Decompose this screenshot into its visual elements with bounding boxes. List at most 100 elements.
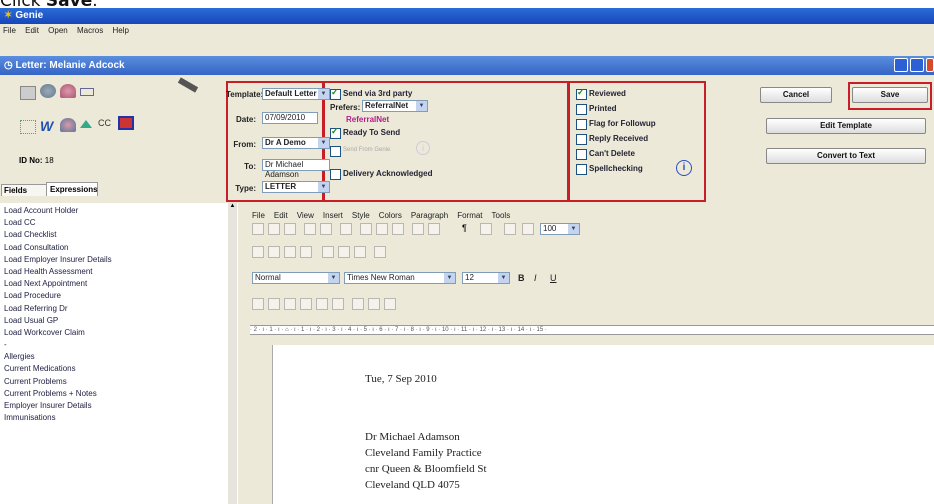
align-center-icon[interactable] bbox=[268, 246, 280, 258]
align-right-icon[interactable] bbox=[284, 246, 296, 258]
menu-edit[interactable]: Edit bbox=[25, 26, 39, 35]
border-horizontal-icon[interactable] bbox=[332, 298, 344, 310]
contact-icon[interactable] bbox=[60, 118, 76, 132]
list-item[interactable]: Load Employer Insurer Details bbox=[0, 254, 235, 266]
view-icon[interactable] bbox=[522, 223, 534, 235]
expand-icon[interactable] bbox=[20, 120, 36, 134]
spacing-double-icon[interactable] bbox=[354, 246, 366, 258]
justify-icon[interactable] bbox=[300, 246, 312, 258]
bullets-icon[interactable] bbox=[374, 246, 386, 258]
list-item[interactable]: Load Usual GP bbox=[0, 315, 235, 327]
italic-icon[interactable]: I bbox=[534, 272, 537, 284]
edit-template-button[interactable]: Edit Template bbox=[766, 118, 926, 134]
send-3rd-party-checkbox[interactable]: Send via 3rd party bbox=[330, 87, 412, 100]
to-field[interactable]: Dr Michael Adamson bbox=[262, 159, 330, 179]
redo-icon[interactable] bbox=[428, 223, 440, 235]
list-item[interactable]: Allergies bbox=[0, 351, 235, 363]
font-size-select[interactable]: 12 ▼ bbox=[462, 272, 510, 284]
editor-menu-item[interactable]: Colors bbox=[379, 211, 402, 220]
cancel-button[interactable]: Cancel bbox=[760, 87, 832, 103]
preview-icon[interactable] bbox=[320, 223, 332, 235]
convert-to-text-button[interactable]: Convert to Text bbox=[766, 148, 926, 164]
document-page[interactable]: Tue, 7 Sep 2010 Dr Michael Adamson Cleve… bbox=[272, 345, 934, 504]
border-bottom-icon[interactable] bbox=[300, 298, 312, 310]
list-item[interactable]: Load Workcover Claim bbox=[0, 327, 235, 339]
upload-icon[interactable] bbox=[80, 120, 92, 128]
cc-icon[interactable]: CC bbox=[98, 118, 114, 132]
patient-icon[interactable] bbox=[60, 84, 76, 98]
save-disk-icon[interactable] bbox=[118, 116, 134, 130]
close-button[interactable] bbox=[926, 58, 934, 72]
frame-icon[interactable] bbox=[352, 298, 364, 310]
editor-menu-item[interactable]: Style bbox=[352, 211, 370, 220]
zoom-select[interactable]: 100 ▼ bbox=[540, 223, 580, 235]
editor-menu-item[interactable]: View bbox=[297, 211, 314, 220]
template-select[interactable]: Default Letter ▼ bbox=[262, 88, 330, 100]
type-select[interactable]: LETTER ▼ bbox=[262, 181, 330, 193]
open-folder-icon[interactable] bbox=[268, 223, 280, 235]
list-item[interactable]: Load Referring Dr bbox=[0, 303, 235, 315]
list-item[interactable]: Current Problems + Notes bbox=[0, 388, 235, 400]
spacing-one-half-icon[interactable] bbox=[338, 246, 350, 258]
tab-fields[interactable]: Fields bbox=[1, 184, 49, 196]
minimize-button[interactable] bbox=[894, 58, 908, 72]
cant-delete-checkbox[interactable]: Can't Delete bbox=[576, 148, 635, 160]
spellchecking-checkbox[interactable]: Spellchecking bbox=[576, 163, 643, 175]
new-doc-icon[interactable] bbox=[252, 223, 264, 235]
list-item[interactable]: Load CC bbox=[0, 217, 235, 229]
flag-followup-checkbox[interactable]: Flag for Followup bbox=[576, 118, 656, 130]
border-inner-icon[interactable] bbox=[316, 298, 328, 310]
zoom-fit-icon[interactable] bbox=[504, 223, 516, 235]
style-select[interactable]: Normal ▼ bbox=[252, 272, 340, 284]
word-icon[interactable]: W bbox=[40, 118, 56, 134]
editor-menu-item[interactable]: Insert bbox=[323, 211, 343, 220]
menu-macros[interactable]: Macros bbox=[77, 26, 103, 35]
list-item[interactable]: Load Procedure bbox=[0, 290, 235, 302]
reply-received-checkbox[interactable]: Reply Received bbox=[576, 133, 648, 145]
list-item[interactable]: Current Medications bbox=[0, 363, 235, 375]
scan-icon[interactable] bbox=[20, 86, 36, 100]
tab-expressions[interactable]: Expressions bbox=[46, 182, 98, 196]
spacing-single-icon[interactable] bbox=[322, 246, 334, 258]
scroll-up-icon[interactable]: ▲ bbox=[228, 203, 237, 213]
list-item[interactable]: Load Next Appointment bbox=[0, 278, 235, 290]
border-all-icon[interactable] bbox=[252, 298, 264, 310]
prefers-select[interactable]: ReferralNet ▼ bbox=[362, 100, 428, 112]
list-item[interactable]: - bbox=[0, 339, 235, 351]
font-select[interactable]: Times New Roman ▼ bbox=[344, 272, 456, 284]
envelope-icon[interactable] bbox=[80, 88, 94, 96]
bold-icon[interactable]: B bbox=[518, 272, 525, 284]
list-item[interactable]: Load Health Assessment bbox=[0, 266, 235, 278]
list-item[interactable]: Current Problems bbox=[0, 376, 235, 388]
paste-icon[interactable] bbox=[392, 223, 404, 235]
editor-menu-item[interactable]: Edit bbox=[274, 211, 288, 220]
list-item[interactable]: Load Account Holder bbox=[0, 205, 235, 217]
delivery-ack-checkbox[interactable]: Delivery Acknowledged bbox=[330, 168, 433, 180]
ruler[interactable]: · 2 · ı · 1 · ı · ⌂ · ı · 1 · ı · 2 · ı … bbox=[250, 325, 934, 335]
border-left-icon[interactable] bbox=[284, 298, 296, 310]
save-icon[interactable] bbox=[284, 223, 296, 235]
list-item[interactable]: Immunisations bbox=[0, 412, 235, 424]
align-left-icon[interactable] bbox=[252, 246, 264, 258]
dictate-icon[interactable] bbox=[40, 84, 56, 98]
reviewed-checkbox[interactable]: Reviewed bbox=[576, 87, 626, 100]
ready-to-send-checkbox[interactable]: Ready To Send bbox=[330, 126, 400, 139]
copy-icon[interactable] bbox=[376, 223, 388, 235]
find-icon[interactable] bbox=[340, 223, 352, 235]
border-outer-icon[interactable] bbox=[268, 298, 280, 310]
menu-file[interactable]: File bbox=[3, 26, 16, 35]
editor-menu-item[interactable]: Tools bbox=[492, 211, 511, 220]
editor-menu-item[interactable]: Format bbox=[457, 211, 482, 220]
menu-help[interactable]: Help bbox=[112, 26, 128, 35]
no-border-icon[interactable] bbox=[384, 298, 396, 310]
menu-open[interactable]: Open bbox=[48, 26, 68, 35]
editor-menu-item[interactable]: Paragraph bbox=[411, 211, 448, 220]
table-icon[interactable] bbox=[480, 223, 492, 235]
list-item[interactable]: Load Checklist bbox=[0, 229, 235, 241]
underline-icon[interactable]: U bbox=[550, 272, 557, 284]
print-icon[interactable] bbox=[304, 223, 316, 235]
save-button[interactable]: Save bbox=[852, 87, 928, 103]
pen-icon[interactable] bbox=[177, 77, 199, 93]
pilcrow-icon[interactable]: ¶ bbox=[462, 223, 467, 233]
list-scrollbar[interactable]: ▲ bbox=[228, 203, 237, 504]
